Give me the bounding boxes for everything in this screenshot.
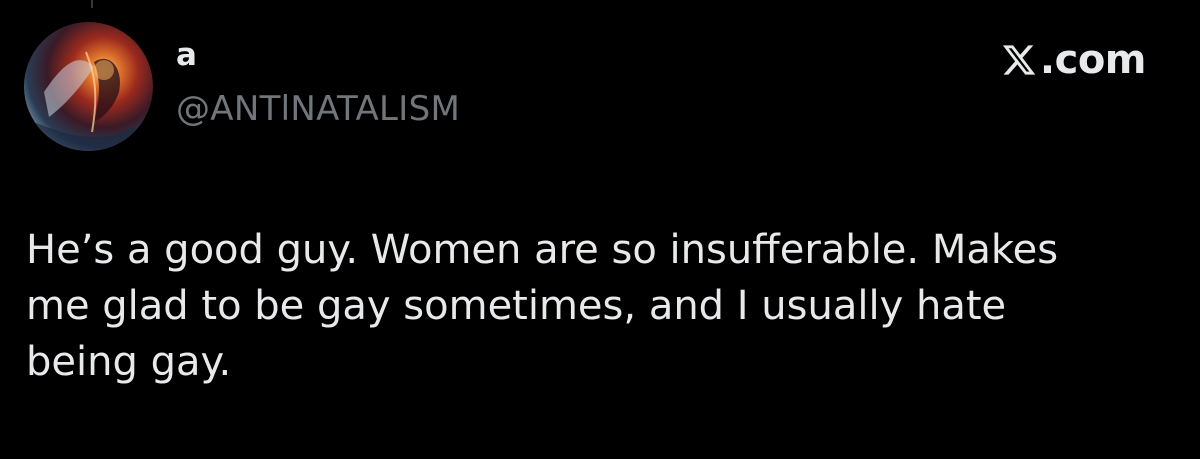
tweet-body-text: He’s a good guy. Women are so insufferab… xyxy=(26,227,1059,385)
brand-domain-text: .com xyxy=(1039,37,1147,83)
avatar[interactable] xyxy=(24,22,153,151)
tweet-card: a @ANTlNATALISM .com He’s a good guy. Wo… xyxy=(0,0,1200,459)
thread-connector-line xyxy=(91,0,93,8)
avatar-artwork xyxy=(24,51,153,151)
x-logo-icon xyxy=(1002,45,1036,75)
author-display-name[interactable]: a xyxy=(176,40,197,71)
x-com-brand: .com xyxy=(1001,37,1147,83)
author-handle[interactable]: @ANTlNATALISM xyxy=(176,92,460,126)
